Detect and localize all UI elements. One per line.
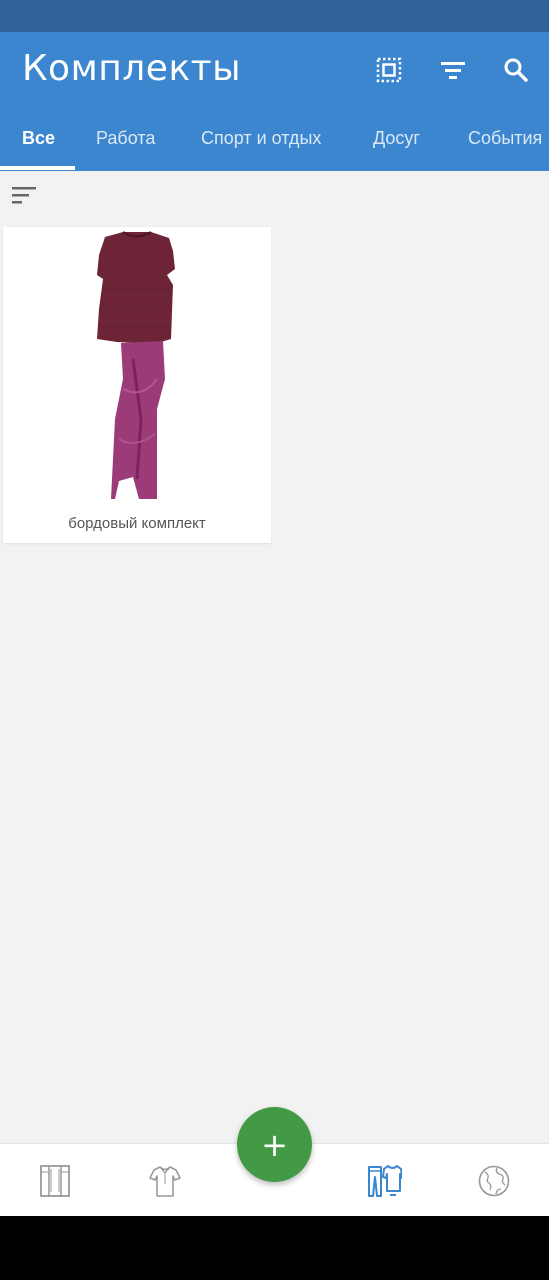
- shirt-icon: [149, 1166, 181, 1197]
- nav-clothes[interactable]: [145, 1161, 185, 1201]
- search-icon: [504, 58, 528, 82]
- outfit-image: [97, 231, 175, 499]
- filter-icon: [441, 62, 465, 79]
- filter-button[interactable]: [435, 52, 471, 88]
- category-tabs: Все Работа Спорт и отдых Досуг События: [0, 112, 549, 171]
- add-outfit-button[interactable]: +: [237, 1107, 312, 1182]
- system-navigation-bar: [0, 1216, 549, 1280]
- page-title: Комплекты: [22, 48, 242, 89]
- outfit-card[interactable]: бордовый комплект: [3, 227, 271, 543]
- plus-icon: +: [261, 1125, 288, 1164]
- status-bar: [0, 0, 549, 32]
- select-all-icon: [376, 57, 402, 83]
- nav-outfits[interactable]: [364, 1161, 404, 1201]
- outfits-icon: [368, 1165, 402, 1197]
- nav-wardrobe[interactable]: [35, 1161, 75, 1201]
- search-button[interactable]: [498, 52, 534, 88]
- nav-explore[interactable]: [474, 1161, 514, 1201]
- tab-events[interactable]: События: [468, 112, 542, 171]
- tab-indicator: [0, 166, 75, 170]
- tab-work[interactable]: Работа: [96, 112, 155, 171]
- tab-sport-leisure[interactable]: Спорт и отдых: [201, 112, 321, 171]
- app-bar: Комплекты Все Работа Спорт и отдых Досуг…: [0, 32, 549, 171]
- globe-icon: [478, 1165, 510, 1197]
- tab-leisure[interactable]: Досуг: [373, 112, 420, 171]
- wardrobe-icon: [40, 1165, 70, 1197]
- sort-icon: [12, 187, 36, 204]
- sort-button[interactable]: [10, 184, 44, 210]
- tab-all[interactable]: Все: [22, 112, 55, 171]
- outfit-name: бордовый комплект: [68, 515, 206, 532]
- select-all-button[interactable]: [371, 52, 407, 88]
